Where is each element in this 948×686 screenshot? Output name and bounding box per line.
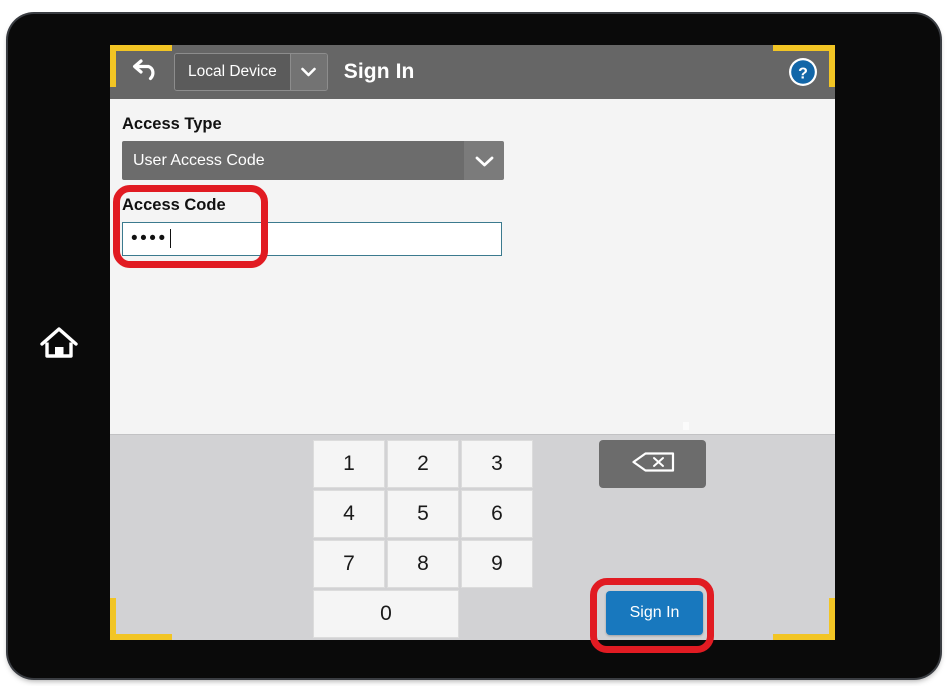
key-7[interactable]: 7 xyxy=(313,540,385,588)
text-caret xyxy=(169,228,172,248)
keypad-row: 4 5 6 xyxy=(313,490,535,538)
chevron-down-icon[interactable] xyxy=(289,54,327,90)
numeric-keypad-panel: 1 2 3 4 5 6 7 8 9 0 Sign In xyxy=(110,434,835,640)
sign-in-button[interactable]: Sign In xyxy=(606,591,703,635)
key-2[interactable]: 2 xyxy=(387,440,459,488)
screenshot-root: Local Device Sign In ? Access Type User … xyxy=(0,0,948,686)
page-title: Sign In xyxy=(343,60,415,83)
numeric-keypad: 1 2 3 4 5 6 7 8 9 0 xyxy=(313,440,535,640)
access-code-label: Access Code xyxy=(122,196,226,214)
svg-text:?: ? xyxy=(798,66,808,83)
touchscreen: Local Device Sign In ? Access Type User … xyxy=(110,45,835,640)
back-button[interactable] xyxy=(124,52,164,92)
home-icon[interactable] xyxy=(38,322,80,364)
keypad-row: 1 2 3 xyxy=(313,440,535,488)
key-1[interactable]: 1 xyxy=(313,440,385,488)
keypad-row: 0 xyxy=(313,590,535,638)
key-9[interactable]: 9 xyxy=(461,540,533,588)
screen-artifact xyxy=(683,422,689,430)
key-3[interactable]: 3 xyxy=(461,440,533,488)
access-type-label: Access Type xyxy=(122,115,222,133)
key-6[interactable]: 6 xyxy=(461,490,533,538)
device-scope-value: Local Device xyxy=(175,54,290,90)
access-code-input[interactable]: •••• xyxy=(122,222,502,256)
key-8[interactable]: 8 xyxy=(387,540,459,588)
top-bar: Local Device Sign In ? xyxy=(110,45,835,99)
access-type-dropdown[interactable]: User Access Code xyxy=(122,141,504,180)
access-type-value: User Access Code xyxy=(122,141,464,180)
keypad-row: 7 8 9 xyxy=(313,540,535,588)
form-content: Access Type User Access Code Access Code… xyxy=(110,99,835,434)
backspace-button[interactable] xyxy=(599,440,706,488)
access-code-masked-value: •••• xyxy=(131,227,168,249)
key-0[interactable]: 0 xyxy=(313,590,459,638)
device-scope-dropdown[interactable]: Local Device xyxy=(174,53,328,91)
backspace-delete-icon xyxy=(630,449,676,480)
undo-arrow-icon xyxy=(130,57,158,88)
chevron-down-icon[interactable] xyxy=(464,141,504,180)
key-4[interactable]: 4 xyxy=(313,490,385,538)
help-circle-icon[interactable]: ? xyxy=(787,56,819,88)
key-5[interactable]: 5 xyxy=(387,490,459,538)
